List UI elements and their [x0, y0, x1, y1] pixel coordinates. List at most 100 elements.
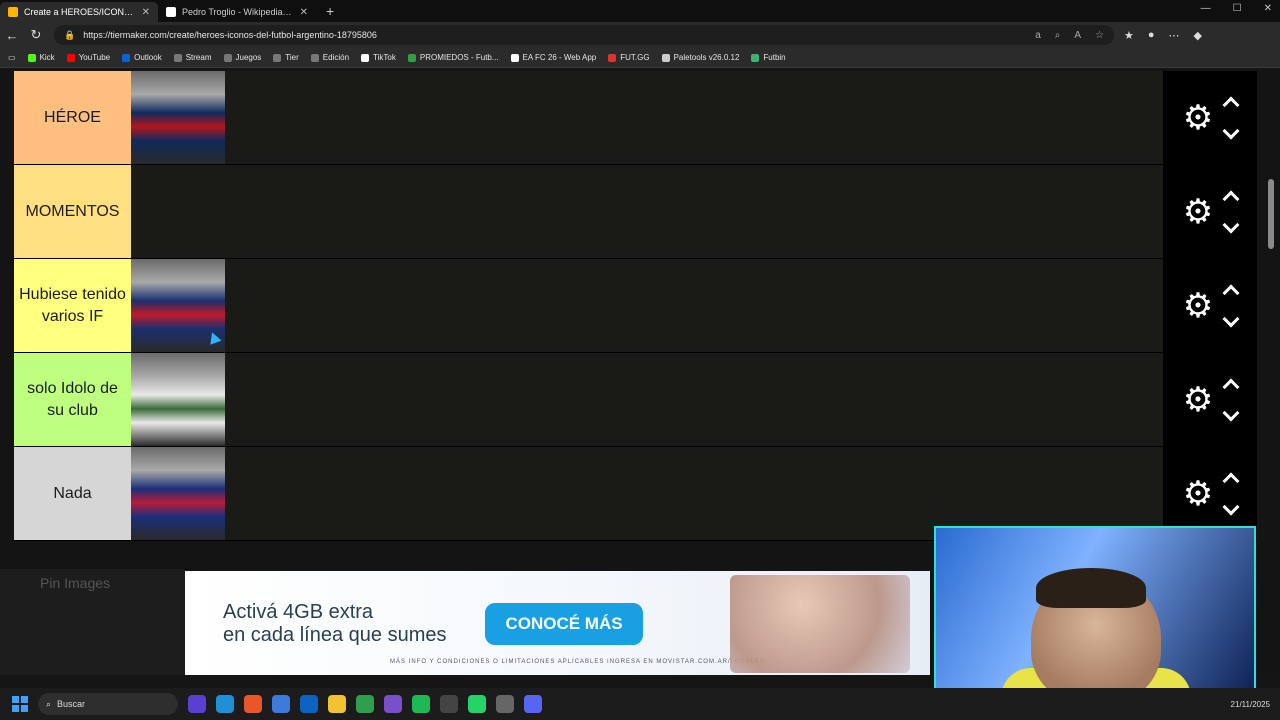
bookmark-item[interactable]: Stream — [173, 53, 212, 62]
taskbar-clock[interactable]: 21/11/2025 — [1231, 699, 1280, 710]
tab-tiermaker[interactable]: Create a HEROES/ICONOS del FU ✕ — [0, 2, 158, 22]
pin-images-label[interactable]: Pin Images — [0, 569, 185, 591]
new-tab-button[interactable]: + — [316, 3, 344, 19]
bookmark-item[interactable]: Juegos — [223, 53, 261, 62]
chevron-up-icon[interactable] — [1222, 378, 1240, 395]
bookmark-item[interactable]: Tier — [273, 53, 299, 62]
chevron-down-icon[interactable] — [1222, 404, 1240, 421]
bookmark-icon — [173, 53, 182, 62]
bookmark-icon — [310, 53, 319, 62]
favorites-icon[interactable]: ★ — [1124, 29, 1134, 42]
url-bar[interactable]: 🔒 https://tiermaker.com/create/heroes-ic… — [54, 25, 1114, 45]
bookmark-icon — [661, 53, 670, 62]
tier-label[interactable]: Nada — [14, 447, 131, 540]
gear-icon[interactable]: ⚙ — [1183, 383, 1213, 417]
bookmark-label: Futbin — [763, 53, 786, 62]
bookmark-item[interactable]: Outlook — [122, 53, 162, 62]
copilot-app-icon[interactable] — [188, 695, 206, 713]
tab-wikipedia[interactable]: Pedro Troglio - Wikipedia, la enci ✕ — [158, 2, 316, 22]
search-label: Buscar — [57, 699, 86, 709]
whatsapp-app-icon[interactable] — [468, 695, 486, 713]
bookmarks-menu-icon[interactable]: ▭ — [8, 53, 16, 62]
tier-row: solo Idolo de su club ⚙ — [14, 353, 1257, 447]
tier-label[interactable]: Hubiese tenido varios IF — [14, 259, 131, 352]
back-icon[interactable]: ← — [0, 28, 24, 43]
read-aloud-icon[interactable]: A — [1074, 30, 1081, 41]
chevron-up-icon[interactable] — [1222, 190, 1240, 207]
taskbar-search[interactable]: ⌕ Buscar — [38, 693, 178, 715]
brave-app-icon[interactable] — [244, 695, 262, 713]
tiermaker-favicon-icon — [8, 7, 18, 17]
player-card-image[interactable] — [131, 353, 225, 446]
tier-items-dropzone[interactable] — [131, 353, 1163, 446]
chevron-up-icon[interactable] — [1222, 472, 1240, 489]
menu-icon[interactable]: ⋯ — [1169, 29, 1180, 42]
tier-label[interactable]: solo Idolo de su club — [14, 353, 131, 446]
chrome-app-icon[interactable] — [356, 695, 374, 713]
maximize-icon[interactable]: ☐ — [1233, 3, 1242, 14]
scrollbar[interactable] — [1268, 179, 1274, 249]
windows-start-icon[interactable] — [12, 696, 28, 712]
bookmark-item[interactable]: Kick — [27, 53, 55, 62]
minimize-icon[interactable]: — — [1201, 3, 1211, 14]
close-tab-icon[interactable]: ✕ — [300, 7, 308, 18]
capcut-app-icon[interactable] — [440, 695, 458, 713]
tier-move-arrows — [1222, 378, 1240, 421]
extension-icon[interactable]: ● — [1148, 29, 1155, 42]
favorite-star-icon[interactable]: ☆ — [1095, 30, 1104, 41]
twitch-app-icon[interactable] — [384, 695, 402, 713]
translate-icon[interactable]: a — [1035, 30, 1041, 41]
ad-cta-button[interactable]: CONOCÉ MÁS — [485, 603, 643, 645]
tier-items-dropzone[interactable] — [131, 165, 1163, 258]
discord-app-icon[interactable] — [524, 695, 542, 713]
bookmark-label: EA FC 26 - Web App — [522, 53, 597, 62]
bookmark-label: Paletools v26.0.12 — [673, 53, 740, 62]
copilot-icon[interactable]: ◆ — [1194, 29, 1202, 42]
chevron-down-icon[interactable] — [1222, 216, 1240, 233]
player-card-image[interactable] — [131, 447, 225, 540]
bookmark-item[interactable]: FUT.GG — [608, 53, 650, 62]
tier-row: Hubiese tenido varios IF ⚙ — [14, 259, 1257, 353]
chevron-up-icon[interactable] — [1222, 284, 1240, 301]
obs-app-icon[interactable] — [496, 695, 514, 713]
webcam-overlay — [934, 526, 1256, 702]
tier-row: MOMENTOS ⚙ — [14, 165, 1257, 259]
gear-icon[interactable]: ⚙ — [1183, 477, 1213, 511]
edge-app-icon[interactable] — [216, 695, 234, 713]
gear-icon[interactable]: ⚙ — [1183, 289, 1213, 323]
chevron-down-icon[interactable] — [1222, 310, 1240, 327]
bookmark-item[interactable]: EA FC 26 - Web App — [510, 53, 597, 62]
tier-items-dropzone[interactable] — [131, 259, 1163, 352]
widget-app-icon[interactable] — [272, 695, 290, 713]
spotify-app-icon[interactable] — [412, 695, 430, 713]
reload-icon[interactable]: ↻ — [24, 27, 48, 43]
zoom-icon[interactable]: ⌕ — [1055, 30, 1061, 41]
close-tab-icon[interactable]: ✕ — [142, 7, 150, 18]
close-window-icon[interactable]: ✕ — [1264, 3, 1272, 14]
bookmark-item[interactable]: Edición — [310, 53, 349, 62]
advertisement-banner[interactable]: Activá 4GB extra en cada línea que sumes… — [185, 571, 930, 675]
tier-label[interactable]: HÉROE — [14, 71, 131, 164]
tier-label[interactable]: MOMENTOS — [14, 165, 131, 258]
tier-controls: ⚙ — [1163, 71, 1257, 164]
tier-move-arrows — [1222, 472, 1240, 515]
bookmark-item[interactable]: YouTube — [66, 53, 110, 62]
bookmark-item[interactable]: PROMIEDOS - Futb... — [407, 53, 499, 62]
player-card-image[interactable] — [131, 71, 225, 164]
gear-icon[interactable]: ⚙ — [1183, 101, 1213, 135]
tab-title: Create a HEROES/ICONOS del FU — [24, 7, 136, 17]
tier-items-dropzone[interactable] — [131, 71, 1163, 164]
chevron-down-icon[interactable] — [1222, 122, 1240, 139]
bookmark-item[interactable]: Futbin — [751, 53, 786, 62]
ad-headline-1: Activá 4GB extra — [223, 601, 374, 623]
bookmark-label: Tier — [285, 53, 299, 62]
search-icon: ⌕ — [46, 698, 52, 709]
gear-icon[interactable]: ⚙ — [1183, 195, 1213, 229]
chevron-down-icon[interactable] — [1222, 498, 1240, 515]
outlook-app-icon[interactable] — [300, 695, 318, 713]
url-text: https://tiermaker.com/create/heroes-icon… — [83, 30, 377, 40]
bookmark-item[interactable]: Paletools v26.0.12 — [661, 53, 740, 62]
bookmark-item[interactable]: TikTok — [361, 53, 396, 62]
chevron-up-icon[interactable] — [1222, 96, 1240, 113]
file-explorer-icon[interactable] — [328, 695, 346, 713]
